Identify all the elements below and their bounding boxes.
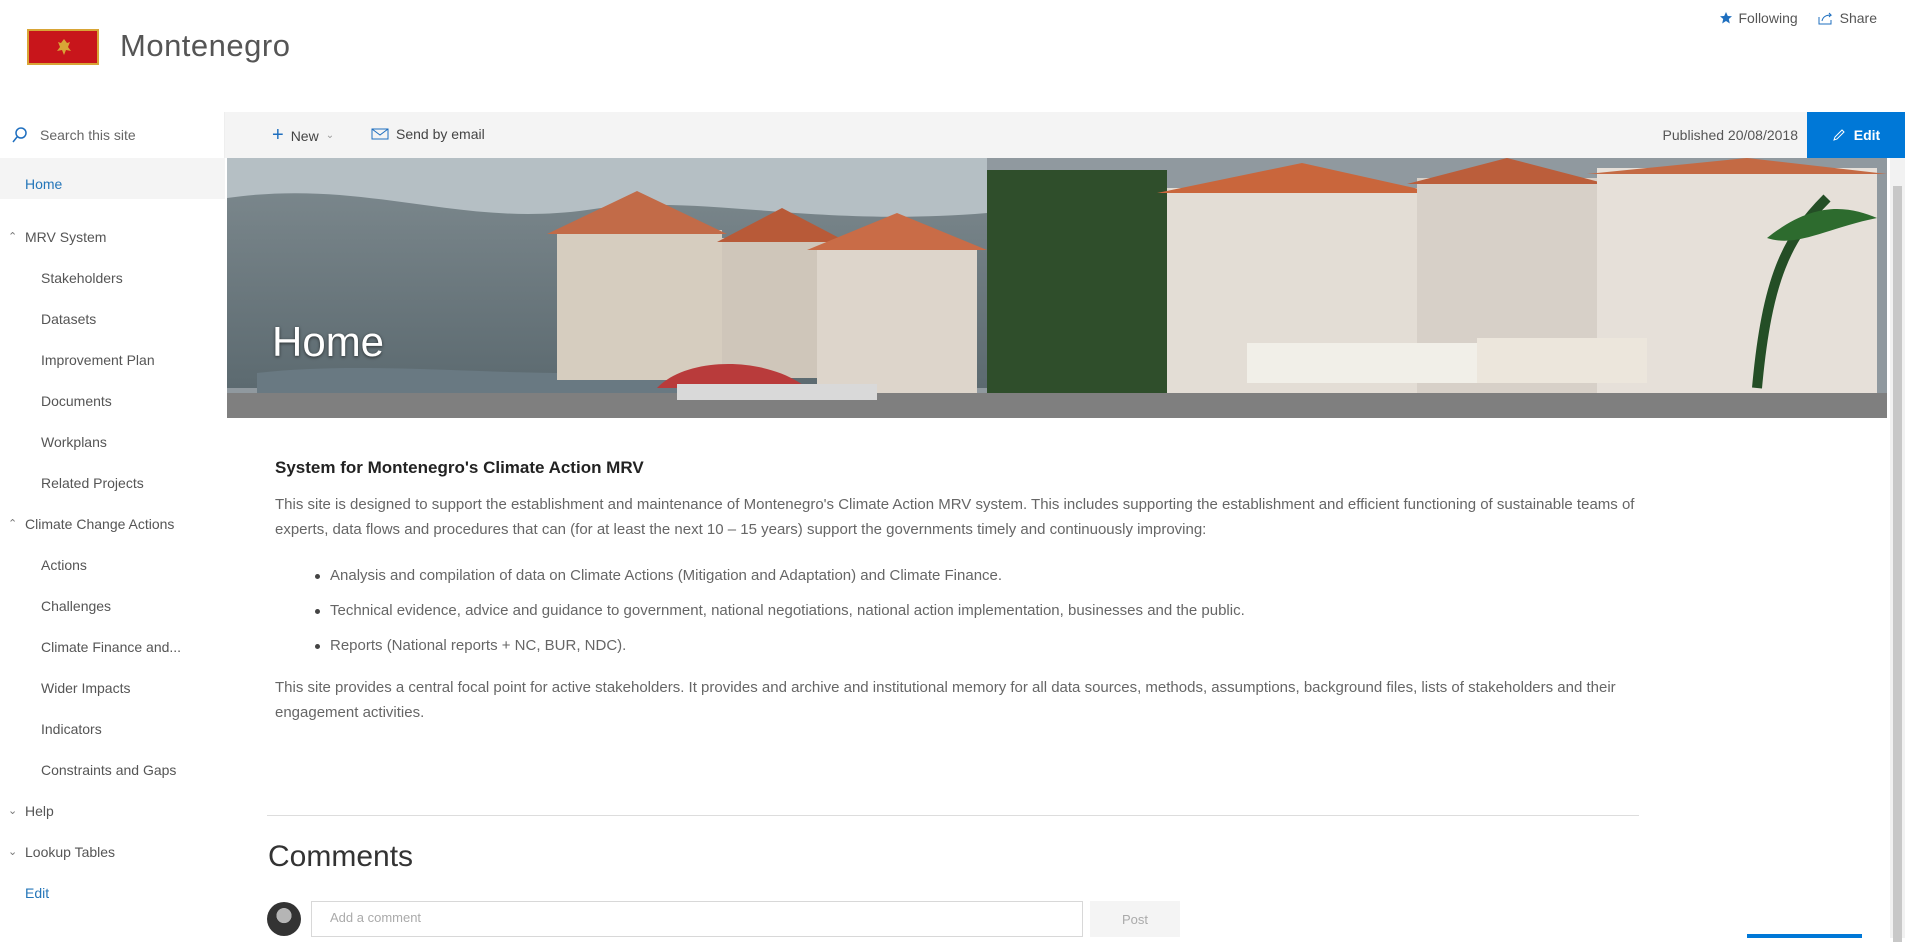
comment-input[interactable]: Add a comment [311, 901, 1083, 937]
sidebar-item-stakeholders[interactable]: Stakeholders [41, 270, 123, 286]
sidebar-item-help[interactable]: Help [25, 803, 54, 819]
sidebar-item-lookup-tables[interactable]: Lookup Tables [25, 844, 115, 860]
top-actions: Following Share [1719, 10, 1877, 26]
sidebar-edit-link[interactable]: Edit [25, 885, 49, 901]
new-button[interactable]: + New ⌄ [272, 124, 334, 147]
blue-action-indicator [1747, 934, 1862, 938]
hero-banner-image: Home [227, 158, 1887, 418]
section-divider [267, 815, 1639, 816]
article-intro: This site is designed to support the est… [275, 496, 1635, 538]
article-content: System for Montenegro's Climate Action M… [275, 458, 1665, 725]
site-logo-flag[interactable] [27, 29, 99, 65]
page-scrollbar[interactable] [1890, 158, 1905, 942]
sidebar-item-challenges[interactable]: Challenges [41, 598, 111, 614]
published-date: Published 20/08/2018 [1662, 127, 1798, 143]
pencil-icon [1832, 129, 1845, 141]
sidebar-item-home[interactable]: Home [0, 158, 225, 199]
edit-page-button[interactable]: Edit [1807, 112, 1905, 158]
sidebar-item-wider-impacts[interactable]: Wider Impacts [41, 680, 130, 696]
chevron-down-icon: ⌄ [325, 130, 335, 141]
star-icon [1719, 12, 1732, 24]
avatar [267, 902, 301, 936]
search-box[interactable]: Search this site [0, 112, 225, 158]
chevron-up-icon[interactable]: ⌃ [8, 230, 17, 243]
share-icon [1818, 12, 1832, 25]
flag-emblem-icon [57, 39, 71, 55]
site-title[interactable]: Montenegro [120, 28, 290, 64]
sidebar-item-mrv-system[interactable]: MRV System [25, 229, 106, 245]
search-input[interactable]: Search this site [40, 127, 136, 143]
article-heading: System for Montenegro's Climate Action M… [275, 458, 644, 477]
chevron-up-icon[interactable]: ⌃ [8, 517, 17, 530]
sidebar-item-datasets[interactable]: Datasets [41, 311, 96, 327]
post-comment-button[interactable]: Post [1090, 901, 1180, 937]
edit-label: Edit [1853, 127, 1881, 143]
bullet-reports: Reports (National reports + NC, BUR, NDC… [315, 628, 1665, 663]
new-label: New [290, 127, 319, 144]
send-by-email-label: Send by email [396, 126, 485, 142]
chevron-down-icon[interactable]: ⌄ [8, 804, 17, 817]
search-icon [12, 127, 27, 143]
mail-icon [371, 128, 389, 140]
bullet-technical-evidence: Technical evidence, advice and guidance … [315, 593, 1665, 628]
sidebar-item-constraints-and-gaps[interactable]: Constraints and Gaps [41, 762, 176, 778]
banner-title: Home [272, 318, 385, 365]
sidebar-item-climate-change-actions[interactable]: Climate Change Actions [25, 516, 174, 532]
share-label: Share [1839, 10, 1877, 26]
comments-heading: Comments [268, 840, 414, 873]
send-by-email-button[interactable]: Send by email [371, 126, 485, 142]
scrollbar-thumb[interactable] [1893, 186, 1902, 942]
plus-icon: + [272, 124, 284, 146]
harbor-town-illustration [227, 158, 1887, 418]
sidebar-item-climate-finance[interactable]: Climate Finance and... [41, 639, 181, 655]
share-button[interactable]: Share [1818, 10, 1877, 26]
bullet-analysis: Analysis and compilation of data on Clim… [315, 558, 1665, 593]
sidebar-item-related-projects[interactable]: Related Projects [41, 475, 144, 491]
sidebar-item-improvement-plan[interactable]: Improvement Plan [41, 352, 155, 368]
sidebar-item-documents[interactable]: Documents [41, 393, 112, 409]
sidebar-item-indicators[interactable]: Indicators [41, 721, 102, 737]
site-header: Montenegro Following Share [0, 0, 1905, 112]
sidebar-item-actions[interactable]: Actions [41, 557, 87, 573]
article-outro: This site provides a central focal point… [275, 679, 1616, 721]
chevron-down-icon[interactable]: ⌄ [8, 845, 17, 858]
following-button[interactable]: Following [1719, 10, 1798, 26]
sidebar-item-workplans[interactable]: Workplans [41, 434, 107, 450]
article-bullet-list: Analysis and compilation of data on Clim… [315, 558, 1665, 663]
following-label: Following [1738, 10, 1798, 26]
